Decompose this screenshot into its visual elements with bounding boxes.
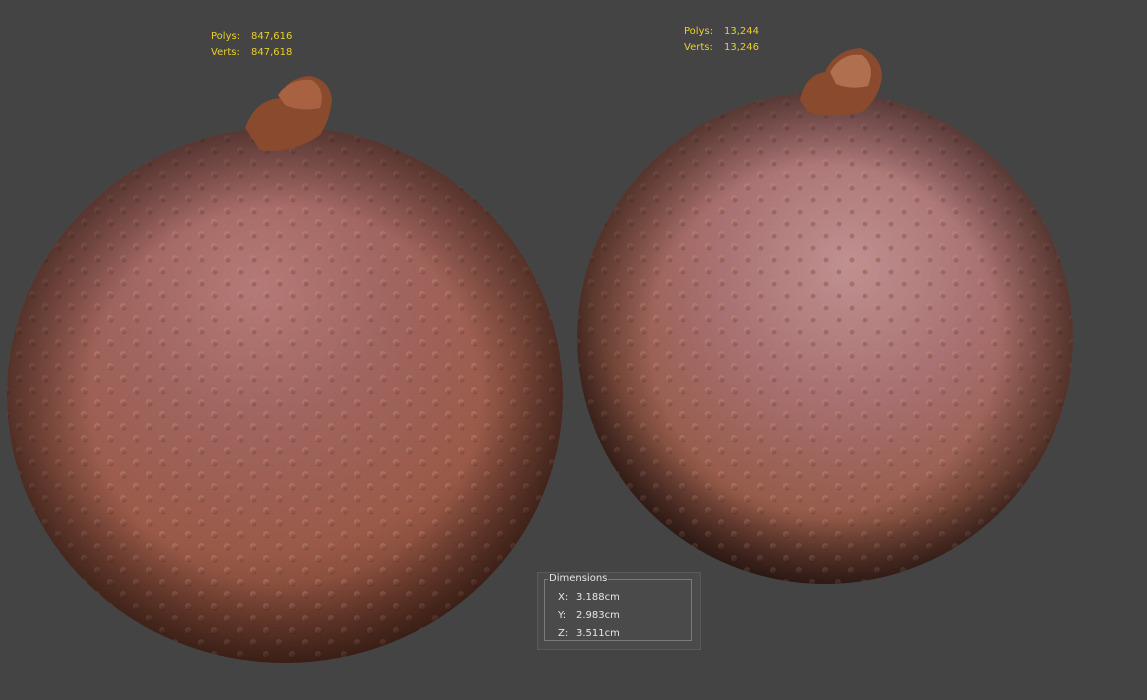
axis-label: Z: (558, 628, 569, 639)
axis-value: 2.983cm (576, 610, 620, 621)
axis-label: Y: (558, 610, 567, 621)
polys-label: Polys: (211, 31, 241, 42)
dimension-row-y: Y: 2.983cm (558, 607, 620, 625)
dimension-row-z: Z: 3.511cm (558, 625, 620, 643)
dimensions-panel: Dimensions X: 3.188cm Y: 2.983cm Z: 3.51… (537, 572, 701, 650)
dimension-row-x: X: 3.188cm (558, 589, 620, 607)
dimensions-rows: X: 3.188cm Y: 2.983cm Z: 3.511cm (558, 589, 620, 643)
polys-value: 13,244 (724, 26, 759, 37)
verts-value: 847,618 (251, 47, 293, 58)
left-model-stats: Polys: 847,616 Verts: 847,618 (211, 29, 292, 61)
verts-label: Verts: (211, 47, 240, 58)
right-lychee (577, 48, 1073, 584)
polys-label: Polys: (684, 26, 714, 37)
polys-value: 847,616 (251, 31, 293, 42)
axis-value: 3.511cm (576, 628, 620, 639)
axis-value: 3.188cm (576, 592, 620, 603)
left-lychee (7, 76, 563, 663)
axis-label: X: (558, 592, 569, 603)
dimensions-title: Dimensions (548, 573, 609, 585)
verts-label: Verts: (684, 42, 713, 53)
right-model-stats: Polys: 13,244 Verts: 13,246 (684, 24, 759, 56)
verts-value: 13,246 (724, 42, 759, 53)
3d-viewport[interactable]: Polys: 847,616 Verts: 847,618 Polys: 13,… (0, 0, 1147, 700)
